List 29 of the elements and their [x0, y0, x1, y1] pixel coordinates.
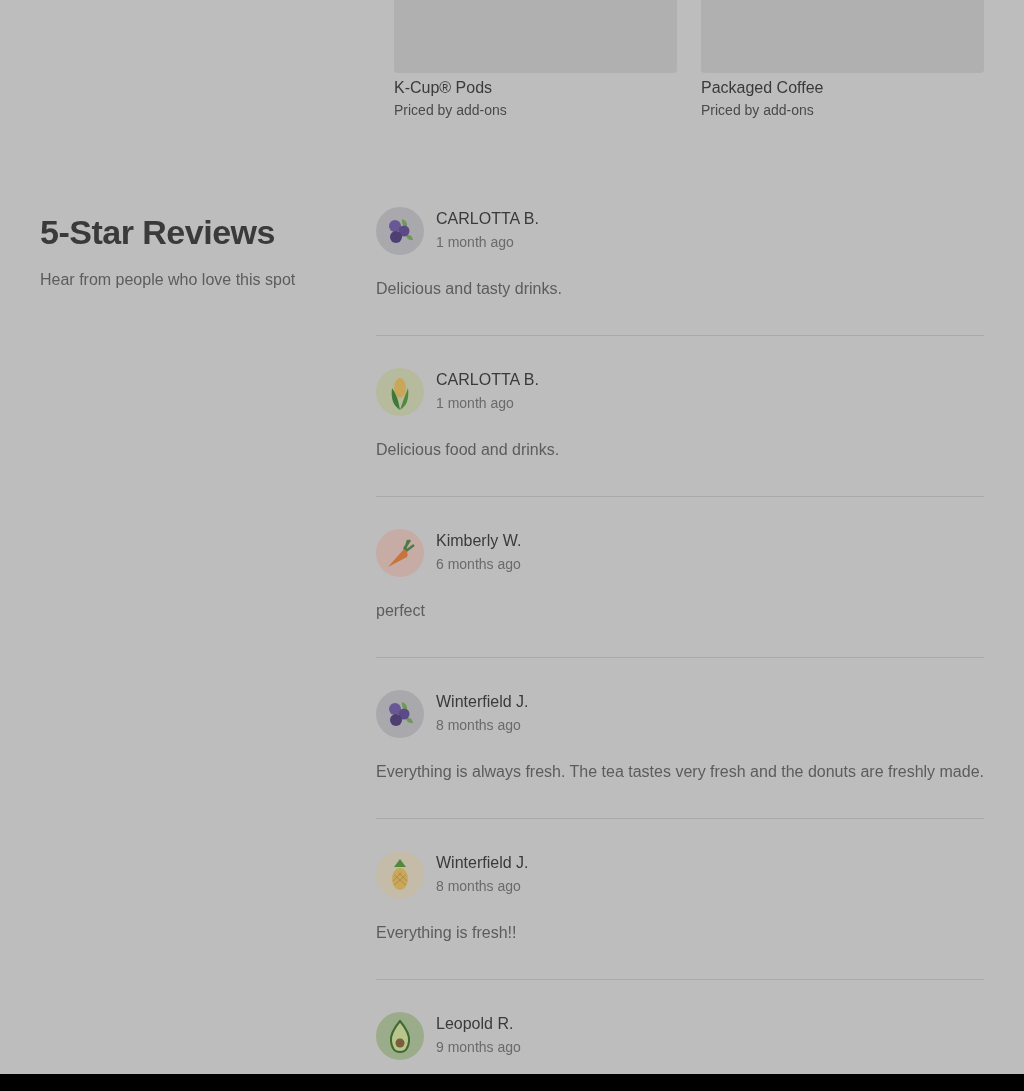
review-text: perfect [376, 601, 426, 621]
review-text: Delicious and tasty drinks. [376, 279, 563, 299]
review-date: 1 month ago [436, 233, 515, 251]
avatar-icon [376, 690, 424, 738]
avatar-icon [376, 1012, 424, 1060]
reviewer-name: Kimberly W. [436, 531, 522, 551]
review-date: 1 month ago [436, 394, 515, 412]
avatar-icon [376, 207, 424, 255]
review-date: 8 months ago [436, 877, 522, 895]
reviewer-name: Winterfield J. [436, 692, 529, 712]
product-price: Priced by add-ons [394, 101, 508, 119]
product-price: Priced by add-ons [701, 101, 815, 119]
section-heading: 5-Star Reviews [40, 212, 276, 253]
review-text: Everything is always fresh. The tea tastes very fresh and the donuts are freshly made. [376, 762, 984, 782]
review-text: Everything is fresh!! [376, 923, 518, 943]
product-title[interactable]: K-Cup® Pods [394, 78, 677, 98]
reviewer-name: CARLOTTA B. [436, 209, 539, 229]
reviewer-name: CARLOTTA B. [436, 370, 539, 390]
avatar-icon [376, 368, 424, 416]
product-title[interactable]: Packaged Coffee [701, 78, 984, 98]
avatar-icon [376, 851, 424, 899]
review-date: 8 months ago [436, 716, 522, 734]
review-text: Delicious food and drinks. [376, 440, 561, 460]
section-subtitle: Hear from people who love this spot [40, 270, 297, 290]
review-date: 9 months ago [436, 1038, 521, 1056]
reviewer-name: Leopold R. [436, 1014, 515, 1034]
review-date: 6 months ago [436, 555, 522, 573]
avatar-icon [376, 529, 424, 577]
reviewer-name: Winterfield J. [436, 853, 529, 873]
